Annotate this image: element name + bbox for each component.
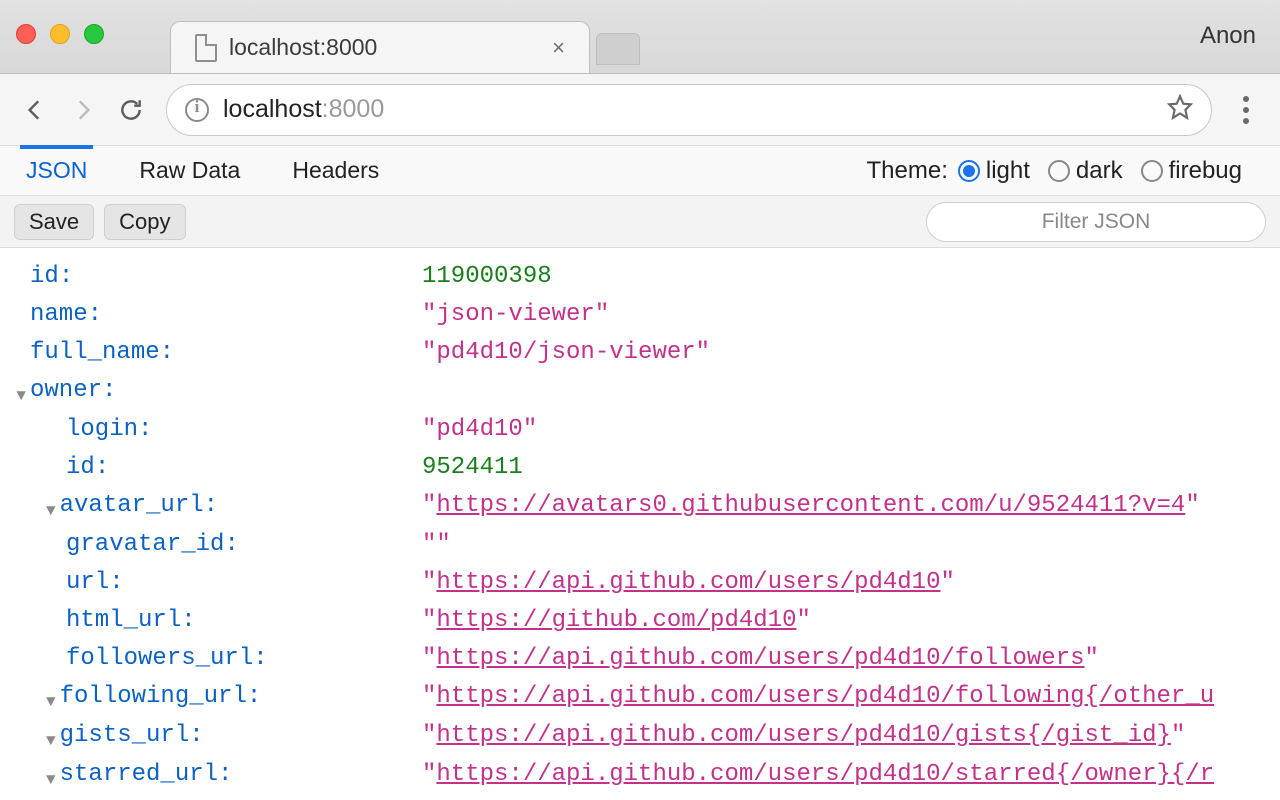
window-close-button[interactable] [16, 24, 36, 44]
json-value-link[interactable]: https://api.github.com/users/pd4d10/foll… [436, 645, 1084, 672]
json-value-link[interactable]: https://avatars0.githubusercontent.com/u… [436, 492, 1185, 519]
viewer-action-bar: Save Copy [0, 196, 1280, 248]
json-row[interactable]: followers_url: "https://api.github.com/u… [6, 640, 1268, 678]
browser-title-bar: Anon localhost:8000 × [0, 0, 1280, 74]
json-row[interactable]: name: "json-viewer" [6, 296, 1268, 334]
window-controls [16, 24, 104, 44]
json-row[interactable]: url: "https://api.github.com/users/pd4d1… [6, 564, 1268, 602]
json-row[interactable]: id: 9524411 [6, 449, 1268, 487]
tab-raw-data[interactable]: Raw Data [133, 149, 246, 192]
copy-button[interactable]: Copy [104, 204, 185, 240]
collapse-toggle-icon[interactable]: ▼ [46, 732, 56, 750]
filter-json-field[interactable] [926, 202, 1266, 242]
bookmark-star-icon[interactable] [1167, 94, 1193, 125]
page-icon [195, 34, 217, 62]
json-row[interactable]: html_url: "https://github.com/pd4d10" [6, 602, 1268, 640]
json-value-number: 9524411 [422, 449, 523, 487]
json-value-string: pd4d10 [436, 416, 522, 443]
theme-label: Theme: [867, 157, 948, 185]
window-zoom-button[interactable] [84, 24, 104, 44]
json-row[interactable]: ▼avatar_url: "https://avatars0.githubuse… [6, 487, 1268, 526]
tab-close-button[interactable]: × [546, 35, 571, 61]
theme-radio-firebug[interactable]: firebug [1141, 157, 1242, 185]
json-value-link[interactable]: https://api.github.com/users/pd4d10/star… [436, 761, 1214, 788]
json-row[interactable]: ▼following_url: "https://api.github.com/… [6, 678, 1268, 717]
json-row[interactable]: ▼gists_url: "https://api.github.com/user… [6, 717, 1268, 756]
address-bar[interactable]: localhost:8000 [166, 84, 1212, 136]
json-value-link[interactable]: https://api.github.com/users/pd4d10/foll… [436, 683, 1214, 710]
tab-title: localhost:8000 [229, 34, 534, 61]
json-value-link[interactable]: https://github.com/pd4d10 [436, 607, 796, 634]
site-info-icon[interactable] [185, 98, 209, 122]
collapse-toggle-icon[interactable]: ▼ [46, 771, 56, 789]
viewer-tab-bar: JSON Raw Data Headers Theme: light dark … [0, 146, 1280, 196]
json-value-string: json-viewer [436, 301, 594, 328]
collapse-toggle-icon[interactable]: ▼ [46, 693, 56, 711]
json-value-link[interactable]: https://api.github.com/users/pd4d10 [436, 569, 940, 596]
json-row[interactable]: login: "pd4d10" [6, 411, 1268, 449]
save-button[interactable]: Save [14, 204, 94, 240]
forward-button[interactable] [62, 89, 104, 131]
json-tree: id: 119000398 name: "json-viewer" full_n… [0, 248, 1280, 800]
tab-strip: localhost:8000 × [170, 21, 640, 73]
json-value-number: 119000398 [422, 258, 552, 296]
tab-json[interactable]: JSON [20, 145, 93, 192]
back-button[interactable] [14, 89, 56, 131]
filter-json-input[interactable] [944, 210, 1248, 234]
browser-menu-button[interactable] [1226, 96, 1266, 124]
json-row[interactable]: gravatar_id: "" [6, 526, 1268, 564]
json-value-string: pd4d10/json-viewer [436, 339, 695, 366]
theme-radio-light[interactable]: light [958, 157, 1030, 185]
json-value-link[interactable]: https://api.github.com/users/pd4d10/gist… [436, 722, 1171, 749]
json-row-object[interactable]: ▼ owner: [6, 372, 1268, 411]
browser-toolbar: localhost:8000 [0, 74, 1280, 146]
window-minimize-button[interactable] [50, 24, 70, 44]
json-row[interactable]: ▼starred_url: "https://api.github.com/us… [6, 756, 1268, 795]
collapse-toggle-icon[interactable]: ▼ [46, 502, 56, 520]
tab-headers[interactable]: Headers [286, 149, 385, 192]
url-text: localhost:8000 [223, 95, 384, 124]
collapse-toggle-icon[interactable]: ▼ [16, 377, 26, 415]
browser-tab[interactable]: localhost:8000 × [170, 21, 590, 73]
theme-radio-dark[interactable]: dark [1048, 157, 1123, 185]
profile-label[interactable]: Anon [1200, 22, 1256, 50]
json-row[interactable]: id: 119000398 [6, 258, 1268, 296]
new-tab-button[interactable] [596, 33, 640, 65]
reload-button[interactable] [110, 89, 152, 131]
json-row[interactable]: full_name: "pd4d10/json-viewer" [6, 334, 1268, 372]
